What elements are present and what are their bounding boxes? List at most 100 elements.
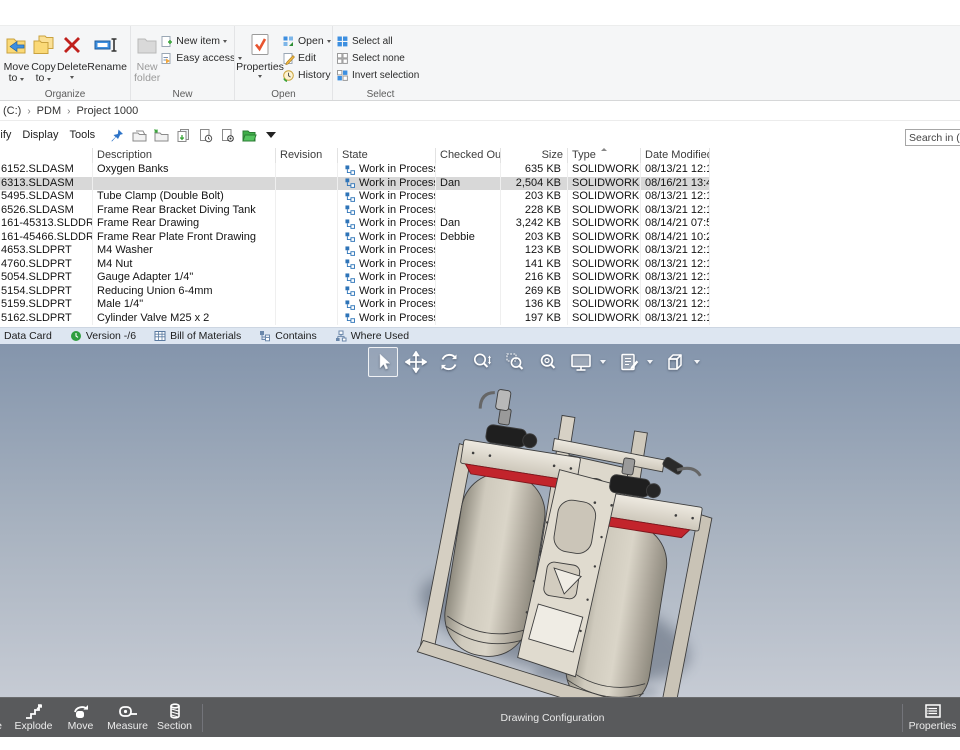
orientation-dropdown-caret-icon[interactable] — [694, 360, 700, 364]
breadcrumb-item-drive[interactable]: (C:) — [3, 105, 21, 117]
table-row[interactable]: 4653.SLDPRT M4 Washer Work in Process 12… — [0, 244, 710, 258]
move-to-label-2: to — [9, 73, 25, 84]
column-header-checked-out-by[interactable]: Checked Out By — [436, 148, 501, 163]
select-none-button[interactable]: Select none — [336, 50, 419, 66]
select-all-button[interactable]: Select all — [336, 33, 419, 49]
ribbon-group-organize: Move to Copy to Delete Rename Organize — [0, 26, 130, 100]
pan-tool-button[interactable] — [401, 347, 431, 377]
get-latest-version-button[interactable] — [172, 125, 194, 145]
zoom-tool-button[interactable] — [467, 347, 497, 377]
column-header-date-modified[interactable]: Date Modified — [641, 148, 710, 163]
file-state-label: Work in Process — [359, 258, 436, 272]
properties-icon — [248, 30, 272, 60]
rename-button[interactable]: Rename — [87, 30, 127, 73]
overflow-caret-icon — [266, 132, 276, 138]
preview-file-button[interactable] — [216, 125, 238, 145]
file-date-modified-cell: 08/13/21 12:10... — [641, 204, 710, 218]
markup-notebook-icon — [617, 351, 639, 373]
group-label-organize: Organize — [0, 89, 130, 100]
display-settings-button[interactable] — [566, 347, 596, 377]
delete-button[interactable]: Delete — [57, 30, 87, 79]
section-button[interactable]: Section — [151, 703, 198, 732]
rotate-tool-button[interactable] — [434, 347, 464, 377]
file-revision-cell — [276, 177, 338, 191]
markup-tools-button[interactable] — [613, 347, 643, 377]
file-name-cell: 5162.SLDPRT — [0, 312, 93, 326]
vault-view-button[interactable] — [238, 125, 260, 145]
table-row[interactable]: 5054.SLDPRT Gauge Adapter 1/4" Work in P… — [0, 271, 710, 285]
invert-selection-button[interactable]: Invert selection — [336, 67, 419, 83]
measure-button[interactable]: Measure — [104, 703, 151, 732]
file-state-cell: Work in Process — [338, 271, 436, 285]
column-header-state[interactable]: State — [338, 148, 436, 163]
table-row[interactable]: 5495.SLDASM Tube Clamp (Double Bolt) Wor… — [0, 190, 710, 204]
explode-label: Explode — [15, 721, 53, 732]
column-header-revision[interactable]: Revision — [276, 148, 338, 163]
markup-dropdown-caret-icon[interactable] — [647, 360, 653, 364]
table-row[interactable]: 6152.SLDASM Oxygen Banks Work in Process… — [0, 163, 710, 177]
properties-panel-button[interactable]: Properties — [909, 703, 956, 732]
table-row[interactable]: 6526.SLDASM Frame Rear Bracket Diving Ta… — [0, 204, 710, 218]
file-list: 6152.SLDASM Oxygen Banks Work in Process… — [0, 163, 710, 325]
select-all-label: Select all — [352, 36, 393, 47]
open-button[interactable]: Open — [282, 33, 331, 49]
version-file-button[interactable] — [194, 125, 216, 145]
properties-button[interactable]: Properties — [238, 30, 282, 78]
rotate-icon — [438, 351, 460, 373]
file-description-cell: Gauge Adapter 1/4" — [93, 271, 276, 285]
breadcrumb-item-project[interactable]: Project 1000 — [76, 105, 138, 117]
column-header-size[interactable]: Size — [501, 148, 568, 163]
easy-access-button[interactable]: Easy access — [160, 50, 242, 66]
column-header-type[interactable]: Type — [568, 148, 641, 163]
menu-modify[interactable]: Modify — [0, 129, 11, 141]
explode-button[interactable]: Explode — [10, 703, 57, 732]
new-item-button[interactable]: New item — [160, 33, 242, 49]
file-type-cell: SOLIDWORKS ... — [568, 190, 641, 204]
version-tab-icon — [70, 330, 82, 342]
file-type-cell: SOLIDWORKS ... — [568, 244, 641, 258]
display-dropdown-caret-icon[interactable] — [600, 360, 606, 364]
new-folder-button[interactable]: New folder — [134, 30, 160, 84]
delete-label: Delete — [57, 62, 87, 73]
3d-model-preview[interactable] — [0, 344, 960, 697]
table-row[interactable]: 161-45466.SLDDRW Frame Rear Plate Front … — [0, 231, 710, 245]
column-header-description[interactable]: Description — [93, 148, 276, 163]
tab-version[interactable]: Version -/6 — [61, 328, 145, 344]
zoom-window-tool-button[interactable] — [500, 347, 530, 377]
dropdown-caret-icon — [47, 78, 51, 81]
table-row[interactable]: 5154.SLDPRT Reducing Union 6-4mm Work in… — [0, 285, 710, 299]
table-row[interactable]: 6313.SLDASM Work in Process Dan 2,504 KB… — [0, 177, 710, 191]
sort-ascending-icon — [601, 148, 607, 151]
table-row[interactable]: 4760.SLDPRT M4 Nut Work in Process 141 K… — [0, 258, 710, 272]
history-button[interactable]: History — [282, 67, 331, 83]
move-to-button[interactable]: Move to — [3, 30, 30, 84]
tab-data-card[interactable]: Data Card — [0, 328, 61, 344]
table-row[interactable]: 161-45313.SLDDRW Frame Rear Drawing Work… — [0, 217, 710, 231]
delete-icon — [60, 30, 84, 60]
table-row[interactable]: 5162.SLDPRT Cylinder Valve M25 x 2 Work … — [0, 312, 710, 326]
move-button[interactable]: Move — [57, 703, 104, 732]
zoom-fit-tool-button[interactable] — [533, 347, 563, 377]
copy-to-button[interactable]: Copy to — [30, 30, 57, 84]
pin-button[interactable] — [106, 125, 128, 145]
file-state-cell: Work in Process — [338, 298, 436, 312]
toolbar-overflow-button[interactable] — [260, 125, 282, 145]
tab-bill-of-materials[interactable]: Bill of Materials — [145, 328, 250, 344]
tab-contains[interactable]: Contains — [250, 328, 325, 344]
file-name-cell: 4653.SLDPRT — [0, 244, 93, 258]
file-description-cell — [93, 177, 276, 191]
menu-tools[interactable]: Tools — [69, 129, 95, 141]
search-input[interactable] — [905, 129, 960, 146]
view-orientation-button[interactable] — [660, 347, 690, 377]
select-tool-button[interactable] — [368, 347, 398, 377]
breadcrumb-item-pdm[interactable]: PDM — [37, 105, 61, 117]
check-out-button[interactable] — [128, 125, 150, 145]
menu-display[interactable]: Display — [22, 129, 58, 141]
file-description-cell: Frame Rear Drawing — [93, 217, 276, 231]
home-button[interactable]: Home — [0, 703, 10, 732]
edit-button[interactable]: Edit — [282, 50, 331, 66]
column-header-name[interactable] — [0, 148, 93, 163]
check-in-button[interactable] — [150, 125, 172, 145]
table-row[interactable]: 5159.SLDPRT Male 1/4" Work in Process 13… — [0, 298, 710, 312]
tab-where-used[interactable]: Where Used — [326, 328, 418, 344]
